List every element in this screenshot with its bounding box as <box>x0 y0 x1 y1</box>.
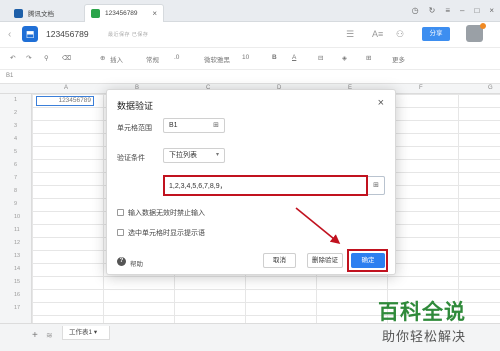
show-tip-checkbox[interactable] <box>117 229 124 236</box>
document-header: ‹ ⬒ 123456789 最近保存 已保存 ☰ A≡ ⚇ 分享 <box>0 22 500 48</box>
formula-bar: B1 <box>0 70 500 84</box>
app-logo[interactable]: ⬒ <box>22 26 38 42</box>
sheet-icon <box>91 9 100 18</box>
row-header[interactable]: 10 <box>14 214 20 220</box>
bold-button[interactable]: B <box>272 54 277 61</box>
row-header[interactable]: 6 <box>14 162 17 168</box>
column-header[interactable]: F <box>419 85 423 91</box>
minimize-icon[interactable]: – <box>460 6 464 15</box>
window-controls: ◷ ↻ ≡ – □ × <box>412 6 494 15</box>
menu-icon[interactable]: ≡ <box>445 6 450 15</box>
cell-a1[interactable]: 123456789 <box>36 96 94 106</box>
browser-tab-document[interactable]: 123456789 × <box>84 4 164 22</box>
row-header[interactable]: 5 <box>14 149 17 155</box>
tab-label: 腾讯文档 <box>28 11 54 18</box>
close-icon[interactable]: × <box>378 97 384 109</box>
font-size-select[interactable]: 10 <box>242 54 249 61</box>
row-header[interactable]: 4 <box>14 136 17 142</box>
range-select-icon[interactable]: ⊞ <box>373 181 379 189</box>
avatar[interactable] <box>466 23 486 42</box>
border-icon[interactable]: ⊞ <box>366 54 371 62</box>
range-field[interactable]: B1 ⊞ <box>163 118 225 133</box>
annotation-highlight-source <box>163 175 368 196</box>
dialog-title: 数据验证 <box>117 101 154 111</box>
clear-format-icon[interactable]: ⌫ <box>62 54 71 62</box>
list-icon[interactable]: ☰ <box>346 29 354 40</box>
browser-tab-bar: 腾讯文档 123456789 × ◷ ↻ ≡ – □ × <box>0 0 500 22</box>
chevron-down-icon: ▾ <box>215 152 219 158</box>
maximize-icon[interactable]: □ <box>474 6 479 15</box>
add-user-icon[interactable]: ⚇ <box>396 29 404 40</box>
row-header[interactable]: 9 <box>14 201 17 207</box>
format-painter-icon[interactable]: ⚲ <box>44 54 49 62</box>
fill-color-icon[interactable]: ◈ <box>342 54 347 62</box>
row-headers: 1 2 3 4 5 6 7 8 9 10 11 12 13 14 15 16 1… <box>0 94 32 323</box>
close-window-icon[interactable]: × <box>489 6 494 15</box>
row-header[interactable]: 2 <box>14 110 17 116</box>
undo-icon[interactable]: ↶ <box>10 54 15 62</box>
row-header[interactable]: 12 <box>14 240 20 246</box>
document-title[interactable]: 123456789 <box>46 29 89 39</box>
criteria-label: 验证条件 <box>117 155 145 162</box>
row-header[interactable]: 1 <box>14 97 17 103</box>
help-icon[interactable]: ? <box>117 257 126 266</box>
tencent-docs-icon <box>14 8 23 18</box>
sheet-list-icon[interactable]: ≋ <box>46 331 53 340</box>
row-header[interactable]: 8 <box>14 188 17 194</box>
decimal-icon[interactable]: .0 <box>174 54 179 61</box>
criteria-value: 下拉列表 <box>169 152 197 159</box>
row-header[interactable]: 17 <box>14 305 20 311</box>
back-icon[interactable]: ‹ <box>8 29 11 40</box>
row-header[interactable]: 13 <box>14 253 20 259</box>
delete-validation-button[interactable]: 删除验证 <box>307 253 343 268</box>
range-value: B1 <box>169 122 178 129</box>
merge-icon[interactable]: ⊟ <box>318 54 323 62</box>
insert-icon: ⊕ <box>100 55 106 62</box>
redo-icon[interactable]: ↷ <box>26 54 31 62</box>
row-header[interactable]: 16 <box>14 292 20 298</box>
help-link[interactable]: 帮助 <box>130 258 143 268</box>
show-tip-label: 选中单元格时显示提示语 <box>128 230 205 237</box>
font-size-icon[interactable]: A≡ <box>372 29 383 39</box>
toolbar: ↶ ↷ ⚲ ⌫ ⊕ 插入 常规 .0 微软雅黑 10 B A ⊟ ◈ ⊞ 更多 <box>0 48 500 70</box>
watermark-logo: 百科全说 助你轻松解决 <box>376 296 496 351</box>
clock-icon[interactable]: ◷ <box>412 6 419 15</box>
row-header[interactable]: 11 <box>14 227 20 233</box>
refresh-icon[interactable]: ↻ <box>429 6 436 15</box>
reject-invalid-label: 输入数据无效时禁止输入 <box>128 210 205 217</box>
range-label: 单元格范围 <box>117 125 152 132</box>
range-select-icon[interactable]: ⊞ <box>213 119 219 132</box>
sheet-tab[interactable]: 工作表1 ▾ <box>62 326 110 340</box>
notification-dot <box>480 23 486 29</box>
save-status: 最近保存 已保存 <box>108 32 149 38</box>
add-sheet-icon[interactable]: + <box>32 330 38 341</box>
column-header[interactable]: G <box>488 85 493 91</box>
row-header[interactable]: 3 <box>14 123 17 129</box>
annotation-highlight-ok <box>347 249 388 272</box>
close-tab-icon[interactable]: × <box>152 9 157 18</box>
row-header[interactable]: 7 <box>14 175 17 181</box>
watermark-subtitle: 助你轻松解决 <box>382 330 467 345</box>
cell-reference[interactable]: B1 <box>6 73 13 79</box>
insert-button[interactable]: 插入 <box>110 54 123 64</box>
font-color-button[interactable]: A <box>292 54 296 61</box>
row-header[interactable]: 15 <box>14 279 20 285</box>
watermark-title: 百科全说 <box>378 300 466 324</box>
data-validation-dialog: 数据验证 × 单元格范围 B1 ⊞ 验证条件 下拉列表 ▾ 1,2,3,4,5,… <box>106 89 396 275</box>
cancel-button[interactable]: 取消 <box>263 253 296 268</box>
column-header[interactable]: A <box>64 85 68 91</box>
sheet-tab-label: 工作表1 <box>69 329 93 336</box>
reject-invalid-checkbox[interactable] <box>117 209 124 216</box>
more-button[interactable]: 更多 <box>392 54 405 64</box>
font-family-select[interactable]: 微软雅黑 <box>204 54 230 64</box>
tab-label: 123456789 <box>105 10 138 17</box>
share-button[interactable]: 分享 <box>422 27 450 41</box>
number-format-select[interactable]: 常规 <box>146 54 159 64</box>
criteria-select[interactable]: 下拉列表 ▾ <box>163 148 225 163</box>
row-header[interactable]: 14 <box>14 266 20 272</box>
browser-tab-tencent-docs[interactable]: 腾讯文档 <box>8 4 80 22</box>
